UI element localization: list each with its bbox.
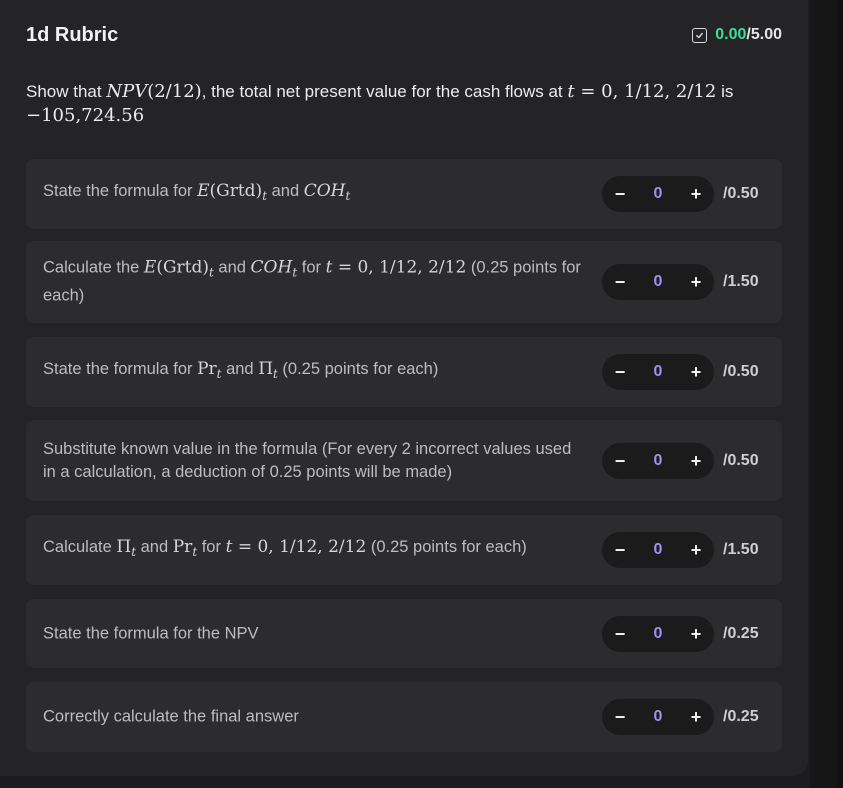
score-earned: 0.00 — [715, 26, 747, 43]
rubric-panel: 1d Rubric 0.00/5.00 Show that NPV(2/12),… — [0, 0, 808, 776]
question-text: Show that NPV(2/12), the total net prese… — [26, 80, 786, 128]
increment-button[interactable]: + — [682, 699, 710, 735]
item-text-part: State the formula for the NPV — [43, 624, 259, 642]
math-part: Π — [258, 358, 274, 379]
item-text-part: for — [297, 258, 326, 277]
increment-button[interactable]: + — [682, 264, 710, 300]
rubric-item: State the formula for E(Grtd)t and COHt −… — [26, 159, 782, 229]
increment-button[interactable]: + — [682, 443, 710, 479]
rubric-item-text: Substitute known value in the formula (F… — [43, 438, 583, 484]
rubric-item-text: Correctly calculate the final answer — [43, 706, 583, 729]
rubric-item: State the formula for Prt and Πt (0.25 p… — [26, 337, 782, 407]
item-text-part: for — [197, 537, 226, 556]
item-text-part: (0.25 points for each) — [366, 537, 527, 556]
rubric-item-text: State the formula for E(Grtd)t and COHt — [43, 180, 583, 208]
score-stepper: −0 + — [602, 176, 714, 212]
decrement-button[interactable]: − — [606, 699, 634, 735]
score-stepper: −0 + — [602, 442, 714, 479]
increment-button[interactable]: + — [682, 176, 710, 212]
item-text-part: State the formula for — [43, 359, 198, 378]
math-part: E — [197, 180, 210, 201]
item-text-part: and — [213, 258, 251, 277]
rubric-item-text: State the formula for the NPV — [43, 622, 583, 645]
item-text-part: Substitute known value in the formula (F… — [43, 439, 572, 481]
question-part: , the total net present value for the ca… — [201, 82, 568, 101]
max-points: /0.25 — [723, 624, 759, 642]
item-text-part: and — [221, 359, 259, 378]
math-part: Π — [116, 536, 132, 557]
score-value[interactable]: 0 — [640, 264, 676, 300]
rubric-item-text: State the formula for Prt and Πt (0.25 p… — [43, 358, 583, 386]
math-part: (Grtd) — [209, 180, 263, 201]
score-stepper: −0 + — [602, 615, 714, 652]
decrement-button[interactable]: − — [606, 616, 634, 652]
item-text-part: and — [136, 537, 173, 556]
item-text-part: and — [267, 181, 304, 200]
math-part: E — [143, 257, 157, 278]
max-points: /0.50 — [723, 451, 759, 469]
question-part: Show that — [26, 82, 107, 101]
decrement-button[interactable]: − — [606, 532, 634, 568]
math-npv-value: −105,724.56 — [26, 105, 145, 126]
increment-button[interactable]: + — [682, 616, 710, 652]
max-points: /1.50 — [723, 541, 759, 558]
rubric-item: Calculate Πt and Prt for t = 0, 1/12, 2/… — [26, 515, 782, 585]
max-points: /0.50 — [723, 363, 759, 380]
item-text-part: (0.25 points for each) — [277, 359, 439, 378]
score-value[interactable]: 0 — [640, 443, 676, 479]
rubric-item: Correctly calculate the final answer −0 + /… — [26, 682, 782, 752]
checkbox-icon[interactable] — [692, 27, 708, 43]
right-scroll-area — [810, 0, 843, 788]
score-stepper: −0 + — [602, 532, 714, 568]
decrement-button[interactable]: − — [606, 354, 634, 390]
score-value[interactable]: 0 — [640, 354, 676, 390]
scrollbar[interactable] — [837, 0, 843, 788]
decrement-button[interactable]: − — [606, 176, 634, 212]
score-value[interactable]: 0 — [640, 699, 676, 735]
decrement-button[interactable]: − — [606, 443, 634, 479]
rubric-title: 1d Rubric — [26, 24, 119, 46]
score-stepper: −0 + — [602, 264, 714, 300]
math-part: t — [345, 189, 351, 204]
math-part: Pr — [197, 358, 217, 379]
score-value[interactable]: 0 — [640, 532, 676, 568]
max-points: /0.50 — [723, 185, 759, 202]
math-part: = 0, 1/12, 2/12 — [332, 257, 467, 278]
math-npv-arg: (2/12) — [147, 81, 202, 102]
score-stepper: −0 + — [602, 699, 714, 735]
item-text-part: Calculate — [43, 537, 117, 556]
item-text-part: State the formula for — [43, 181, 198, 200]
increment-button[interactable]: + — [682, 532, 710, 568]
math-part: COH — [250, 257, 293, 278]
math-part: (Grtd) — [156, 257, 210, 278]
max-points: /1.50 — [723, 273, 759, 290]
rubric-item: Substitute known value in the formula (F… — [26, 420, 782, 501]
rubric-item: State the formula for the NPV −0 + /0.25 — [26, 599, 782, 668]
score-value[interactable]: 0 — [640, 616, 676, 652]
math-part: COH — [303, 180, 346, 201]
max-points: /0.25 — [723, 708, 759, 725]
math-t-values: = 0, 1/12, 2/12 — [574, 81, 717, 102]
decrement-button[interactable]: − — [606, 264, 634, 300]
item-text-part: Correctly calculate the final answer — [43, 707, 299, 726]
math-part: = 0, 1/12, 2/12 — [232, 536, 367, 557]
math-t: t — [567, 81, 575, 102]
increment-button[interactable]: + — [682, 354, 710, 390]
rubric-item-text: Calculate Πt and Prt for t = 0, 1/12, 2/… — [43, 536, 583, 564]
score-total: /5.00 — [746, 26, 782, 43]
score-value[interactable]: 0 — [640, 176, 676, 212]
rubric-score: 0.00/5.00 — [692, 26, 782, 44]
question-part: is — [716, 82, 734, 101]
item-text-part: Calculate the — [43, 258, 144, 277]
math-part: Pr — [172, 536, 193, 557]
math-npv: NPV — [106, 81, 148, 102]
score-stepper: −0 + — [602, 354, 714, 390]
rubric-item-text: Calculate the E(Grtd)t and COHt for t = … — [43, 256, 583, 307]
rubric-item: Calculate the E(Grtd)t and COHt for t = … — [26, 241, 782, 323]
